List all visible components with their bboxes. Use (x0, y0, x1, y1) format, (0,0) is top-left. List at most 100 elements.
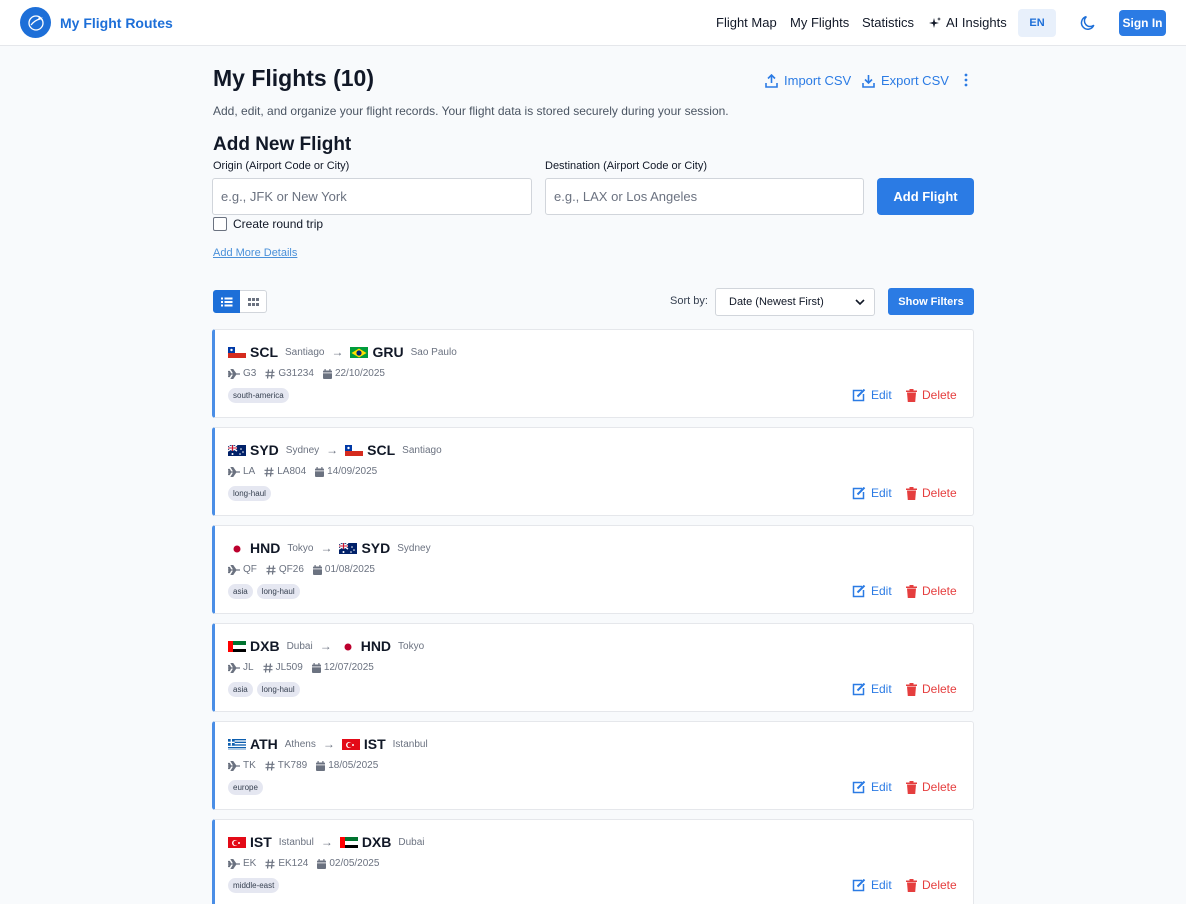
calendar-icon (316, 760, 326, 771)
flight-card[interactable]: ATH Athens → IST Istanbul TK TK789 18/05… (212, 721, 974, 810)
route-arrow-icon: → (322, 737, 335, 751)
tag-badge[interactable]: long-haul (256, 682, 300, 697)
flight-tags: europe (228, 780, 267, 795)
language-button[interactable]: EN (1018, 9, 1056, 37)
nav-ai-insights-label: AI Insights (946, 15, 1007, 30)
flight-date-value: 18/05/2025 (328, 760, 379, 771)
flight-card[interactable]: SCL Santiago → GRU Sao Paulo G3 G31234 2… (212, 329, 974, 418)
page-title: My Flights (10) (213, 65, 375, 91)
delete-flight-button[interactable]: Delete (906, 388, 957, 402)
origin-city: Dubai (286, 640, 313, 652)
origin-flag-icon (228, 346, 246, 358)
delete-flight-button[interactable]: Delete (906, 486, 957, 500)
edit-flight-button[interactable]: Edit (852, 486, 892, 500)
tag-badge[interactable]: europe (228, 780, 263, 795)
flight-card[interactable]: IST Istanbul → DXB Dubai EK EK124 02/05/… (212, 819, 974, 904)
tag-badge[interactable]: asia (228, 682, 253, 697)
destination-flag-icon (350, 346, 369, 358)
calendar-icon (312, 564, 322, 575)
flight-meta: TK TK789 18/05/2025 (228, 760, 387, 771)
plane-icon (228, 564, 240, 575)
nav-my-flights[interactable]: My Flights (790, 15, 849, 30)
import-csv-label: Import CSV (784, 73, 852, 88)
sort-select[interactable]: Date (Newest First) (715, 288, 875, 316)
origin-flag-icon (228, 640, 246, 652)
flight-tags: asia long-haul (228, 584, 304, 599)
airline-code: EK (243, 858, 257, 869)
nav-ai-insights[interactable]: AI Insights (929, 15, 1007, 30)
delete-flight-button[interactable]: Delete (906, 584, 957, 598)
grid-view-button[interactable] (240, 290, 267, 313)
edit-flight-button[interactable]: Edit (852, 388, 892, 402)
flight-card[interactable]: HND Tokyo → SYD Sydney QF QF26 01/08/202… (212, 525, 974, 614)
airline-code: QF (243, 564, 257, 575)
export-csv-button[interactable]: Export CSV (862, 73, 949, 88)
tag-badge[interactable]: long-haul (228, 486, 271, 501)
show-filters-button[interactable]: Show Filters (888, 288, 974, 315)
list-icon (220, 297, 232, 306)
flight-number: LA804 (264, 466, 306, 477)
dark-mode-moon-icon[interactable] (1080, 14, 1097, 31)
flight-tags: middle-east (228, 878, 283, 893)
calendar-icon (315, 466, 325, 477)
destination-code: SYD (361, 540, 391, 556)
flight-route: DXB Dubai → HND Tokyo (228, 638, 424, 654)
trash-icon (906, 878, 917, 892)
destination-code: SCL (367, 442, 396, 458)
edit-flight-button[interactable]: Edit (852, 682, 892, 696)
flight-card[interactable]: SYD Sydney → SCL Santiago LA LA804 14/09… (212, 427, 974, 516)
flight-number: G31234 (265, 368, 314, 379)
edit-flight-button[interactable]: Edit (852, 584, 892, 598)
page-subtitle: Add, edit, and organize your flight reco… (213, 104, 729, 118)
airline: LA (228, 466, 255, 477)
tag-badge[interactable]: middle-east (228, 878, 280, 893)
brand[interactable]: My Flight Routes (20, 7, 173, 38)
delete-flight-button[interactable]: Delete (906, 878, 957, 892)
nav-statistics[interactable]: Statistics (862, 15, 914, 30)
destination-city: Tokyo (398, 640, 425, 652)
tag-badge[interactable]: south-america (228, 388, 289, 403)
tag-badge[interactable]: asia (228, 584, 253, 599)
delete-flight-button[interactable]: Delete (906, 780, 957, 794)
flight-meta: G3 G31234 22/10/2025 (228, 368, 394, 379)
flight-meta: JL JL509 12/07/2025 (228, 662, 383, 673)
airline-code: TK (243, 760, 256, 771)
top-navigation-bar: My Flight Routes Flight Map My Flights S… (0, 0, 1186, 46)
destination-code: IST (363, 736, 386, 752)
flight-tags: long-haul (228, 486, 275, 501)
destination-input[interactable] (545, 178, 864, 215)
flight-date-value: 01/08/2025 (324, 564, 375, 575)
edit-flight-button[interactable]: Edit (852, 780, 892, 794)
origin-city: Santiago (285, 346, 325, 358)
round-trip-checkbox[interactable] (213, 217, 227, 231)
flight-number-value: JL509 (275, 662, 303, 673)
flight-card[interactable]: DXB Dubai → HND Tokyo JL JL509 12/07/202… (212, 623, 974, 712)
origin-city: Istanbul (278, 836, 314, 848)
app-title: My Flight Routes (60, 14, 173, 31)
trash-icon (906, 780, 917, 794)
download-icon (862, 74, 875, 88)
delete-flight-button[interactable]: Delete (906, 682, 957, 696)
tag-badge[interactable]: long-haul (256, 584, 300, 599)
nav-flight-map[interactable]: Flight Map (716, 15, 777, 30)
plane-icon (228, 760, 240, 771)
plane-icon (228, 368, 240, 379)
flight-route: ATH Athens → IST Istanbul (228, 736, 428, 752)
sign-in-button[interactable]: Sign In (1119, 10, 1166, 36)
origin-input[interactable] (212, 178, 532, 215)
origin-city: Athens (284, 738, 316, 750)
add-flight-button[interactable]: Add Flight (877, 178, 974, 215)
edit-flight-button[interactable]: Edit (852, 878, 892, 892)
more-options-kebab-icon[interactable] (962, 72, 970, 88)
add-more-details-link[interactable]: Add More Details (213, 247, 297, 259)
delete-label: Delete (922, 682, 957, 696)
route-arrow-icon: → (319, 639, 332, 653)
edit-label: Edit (871, 878, 892, 892)
flight-number-value: EK124 (278, 858, 309, 869)
calendar-icon (317, 858, 327, 869)
airline: G3 (228, 368, 256, 379)
import-csv-button[interactable]: Import CSV (765, 73, 851, 88)
trash-icon (906, 584, 917, 598)
destination-city: Sao Paulo (410, 346, 457, 358)
list-view-button[interactable] (213, 290, 240, 313)
